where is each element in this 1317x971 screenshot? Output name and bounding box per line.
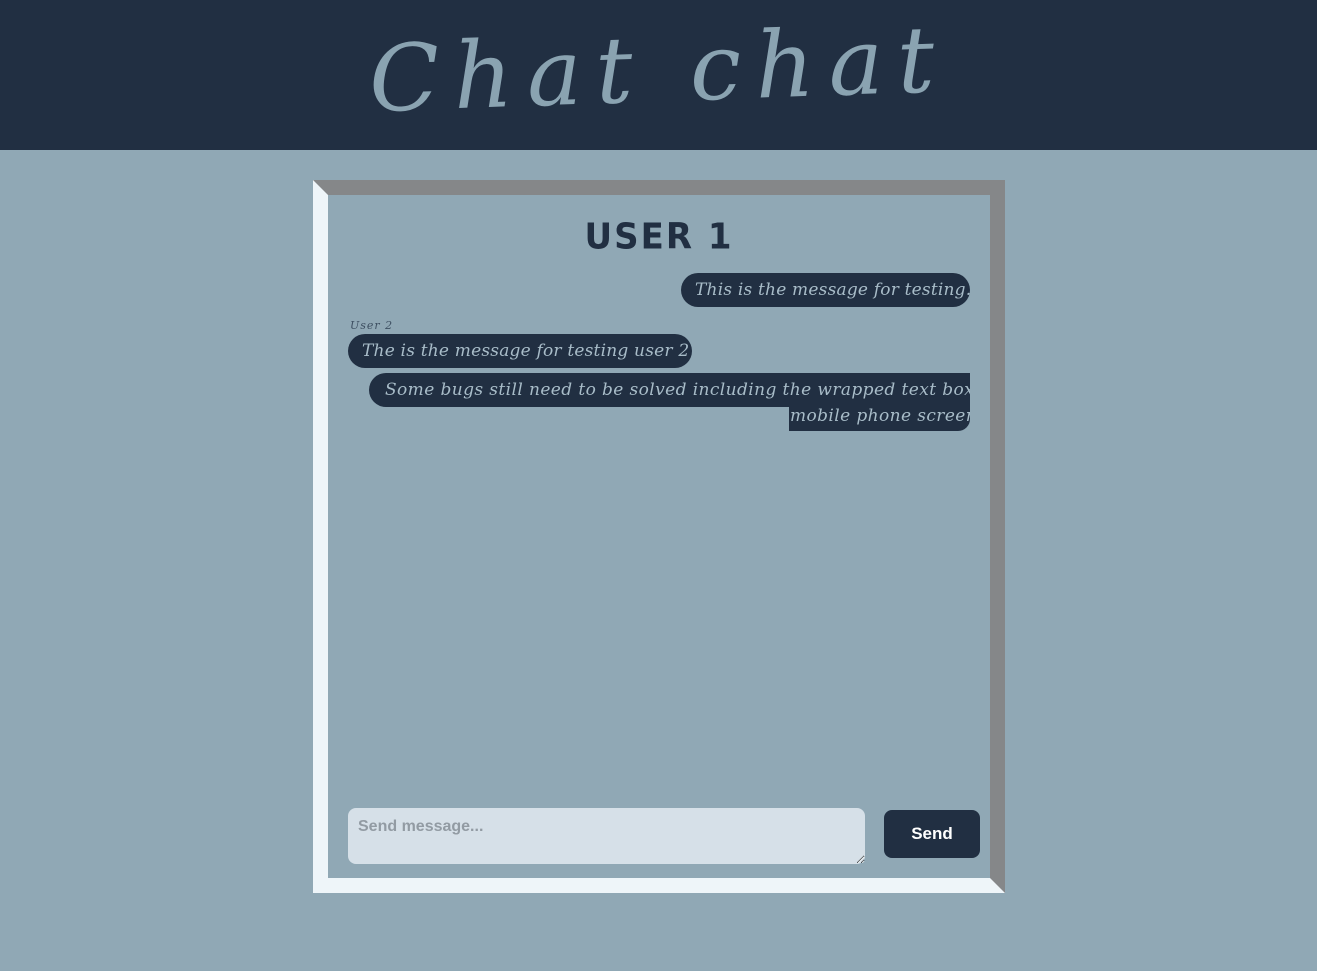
message-input[interactable]	[348, 808, 865, 864]
chat-window: USER 1 This is the message for testing. …	[313, 180, 1005, 893]
send-button[interactable]: Send	[884, 810, 980, 858]
app-header: Chat chat	[0, 0, 1317, 150]
message-bubble-sent-line-1: Some bugs still need to be solved includ…	[369, 373, 970, 407]
app-title: Chat chat	[367, 5, 950, 133]
chat-user-title: USER 1	[584, 216, 734, 258]
message-bubble-sent: This is the message for testing.	[681, 273, 971, 307]
message-bubble-received: The is the message for testing user 2	[348, 334, 692, 368]
message-sender-label: User 2	[350, 319, 394, 332]
message-bubble-sent-line-2: mobile phone screens.	[789, 407, 970, 431]
